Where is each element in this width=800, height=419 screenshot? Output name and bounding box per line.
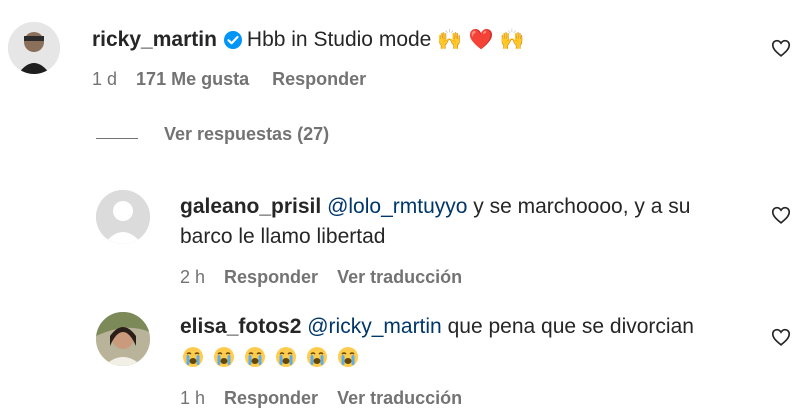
comment-emojis: 🙌 ❤️ 🙌 bbox=[437, 27, 525, 51]
reply-meta-galeano: 2 h Responder Ver traducción bbox=[180, 265, 462, 289]
mention-link[interactable]: @lolo_rmtuyyo bbox=[327, 195, 467, 218]
reply-button[interactable]: Responder bbox=[272, 67, 366, 91]
crying-face-emoji bbox=[306, 346, 328, 368]
avatar-ricky-martin[interactable] bbox=[8, 22, 60, 74]
crying-face-emoji bbox=[244, 346, 266, 368]
crying-face-emoji bbox=[182, 346, 204, 368]
heart-outline-icon[interactable] bbox=[770, 326, 792, 348]
replies-divider bbox=[96, 138, 138, 139]
mention-link[interactable]: @ricky_martin bbox=[307, 315, 442, 338]
username-galeano-prisil[interactable]: galeano_prisil bbox=[180, 195, 321, 218]
crying-emoji-row bbox=[182, 346, 368, 369]
translate-button[interactable]: Ver traducción bbox=[337, 265, 462, 289]
likes-count[interactable]: 171 Me gusta bbox=[136, 67, 249, 91]
reply-time: 2 h bbox=[180, 267, 206, 287]
crying-face-emoji bbox=[275, 346, 297, 368]
translate-button[interactable]: Ver traducción bbox=[337, 386, 462, 410]
avatar-galeano-prisil[interactable] bbox=[96, 190, 150, 244]
crying-face-emoji bbox=[337, 346, 359, 368]
username-ricky-martin[interactable]: ricky_martin bbox=[92, 28, 217, 51]
reply-button[interactable]: Responder bbox=[224, 265, 318, 289]
comment-body-ricky: ricky_martin Hbb in Studio mode 🙌 ❤️ 🙌 bbox=[92, 24, 525, 59]
avatar-elisa-fotos2[interactable] bbox=[96, 312, 150, 366]
crying-face-emoji bbox=[213, 346, 235, 368]
heart-outline-icon[interactable] bbox=[770, 204, 792, 226]
verified-badge-icon bbox=[223, 29, 243, 59]
reply-time: 1 h bbox=[180, 388, 206, 408]
username-elisa-fotos2[interactable]: elisa_fotos2 bbox=[180, 315, 301, 338]
comment-time: 1 d bbox=[92, 69, 118, 89]
reply-meta-elisa: 1 h Responder Ver traducción bbox=[180, 386, 462, 410]
view-replies-button[interactable]: Ver respuestas (27) bbox=[164, 124, 329, 145]
reply-text-line1: y se marchoooo, y a su bbox=[473, 195, 691, 218]
reply-body-elisa: elisa_fotos2 @ricky_martin que pena que … bbox=[180, 312, 694, 342]
comment-text: Hbb in Studio mode bbox=[246, 28, 432, 51]
reply-body-galeano: galeano_prisil @lolo_rmtuyyo y se marcho… bbox=[180, 192, 690, 222]
comment-meta-ricky: 1 d 171 Me gusta Responder bbox=[92, 67, 366, 91]
reply-text-line2: barco le llamo libertad bbox=[180, 225, 386, 248]
reply-text: que pena que se divorcian bbox=[447, 315, 694, 338]
heart-outline-icon[interactable] bbox=[770, 37, 792, 59]
reply-button[interactable]: Responder bbox=[224, 386, 318, 410]
